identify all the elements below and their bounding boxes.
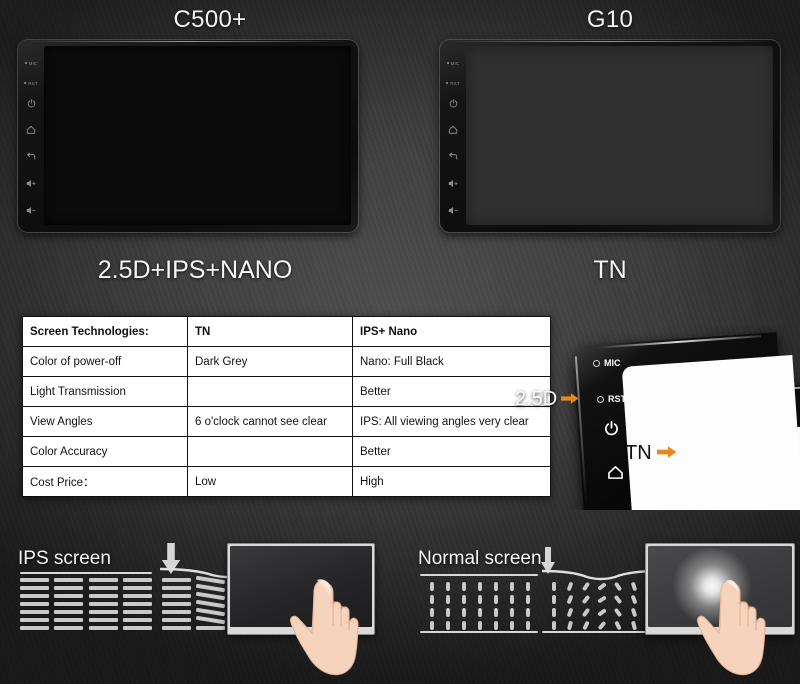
row-label: Light Transmission [22,376,188,407]
reset-icon: RST [18,73,44,93]
table-row: Color of power-off Dark Grey Nano: Full … [22,346,551,377]
curved-callout: 2.5D [515,388,579,411]
device-title-g10: G10 [586,6,634,33]
reset-icon: RST [440,73,466,93]
row-value-ips: IPS: All viewing angles very clear [352,406,551,437]
power-icon [440,93,466,113]
header-cell-tn: TN [187,316,353,347]
side-button-strip-g10: MIC RST [440,46,466,225]
home-icon [440,119,466,139]
screen-c500 [44,46,351,225]
side-button-strip-c500: MIC RST [18,46,44,225]
row-value-ips: High [352,466,551,497]
row-label: Color of power-off [22,346,188,377]
volume-up-icon [18,173,44,193]
head-unit-g10: MIC RST [440,40,780,232]
back-icon [440,146,466,166]
tn-callout-text: TN [625,442,652,464]
ips-top-line [20,572,152,574]
curved-callout-text: 2.5D [515,388,558,410]
bezel-comparison-illustration: MIC RST TN MIC RST [560,325,800,510]
header-cell-ips: IPS+ Nano [352,316,551,347]
row-value-tn [187,436,353,467]
arrow-right-icon [656,442,677,465]
power-icon [18,93,44,113]
mic-icon: MIC [18,53,44,73]
mic-icon: MIC [440,53,466,73]
touching-hand-normal [695,576,769,684]
table-row: Light Transmission Better [22,376,551,407]
home-icon [18,119,44,139]
row-value-ips: Better [352,436,551,467]
product-comparison-infographic: C500+ G10 MIC RST MIC RST 2.5D+IPS+NANO … [0,0,800,684]
row-label: Cost Price： [22,466,188,497]
row-value-tn [187,376,353,407]
table-header-row: Screen Technologies: TN IPS+ Nano [22,316,551,347]
screen-tech-label-g10: TN [593,256,627,284]
touching-hand-ips [288,576,362,684]
front-mic-label: MIC [593,358,621,368]
volume-down-icon [18,200,44,220]
row-label: Color Accuracy [22,436,188,467]
reset-pin-icon [597,395,604,403]
tn-callout: TN [625,442,677,465]
device-title-c500: C500+ [173,6,247,33]
back-icon [18,146,44,166]
volume-up-icon [440,173,466,193]
head-unit-c500: MIC RST [18,40,358,232]
ips-screen-label: IPS screen [18,548,111,569]
table-row: Cost Price： Low High [22,466,551,497]
normal-top-line-relaxed [420,574,538,576]
row-value-ips: Nano: Full Black [352,346,551,377]
front-home-icon [607,465,624,485]
row-value-tn: 6 o'clock cannot see clear [187,406,353,437]
normal-crystals-pressed [546,581,658,634]
front-power-icon [604,421,619,441]
table-row: Color Accuracy Better [22,436,551,467]
normal-screen-label: Normal screen [418,548,542,569]
front-rst-label: RST [597,394,626,404]
mic-pin-icon [593,359,600,367]
row-value-tn: Low [187,466,353,497]
header-cell-category: Screen Technologies: [22,316,188,347]
screen-technology-comparison-table: Screen Technologies: TN IPS+ Nano Color … [22,316,551,497]
arrow-right-icon [561,388,579,411]
screen-g10 [466,46,773,225]
ips-crystals-relaxed [20,578,152,634]
row-value-tn: Dark Grey [187,346,353,377]
screen-tech-label-c500: 2.5D+IPS+NANO [97,256,293,284]
normal-bottom-line-relaxed [420,631,538,633]
normal-crystals-relaxed [424,582,536,634]
volume-down-icon [440,200,466,220]
table-row: View Angles 6 o'clock cannot see clear I… [22,406,551,437]
row-label: View Angles [22,406,188,437]
normal-bottom-line-pressed [542,631,660,633]
